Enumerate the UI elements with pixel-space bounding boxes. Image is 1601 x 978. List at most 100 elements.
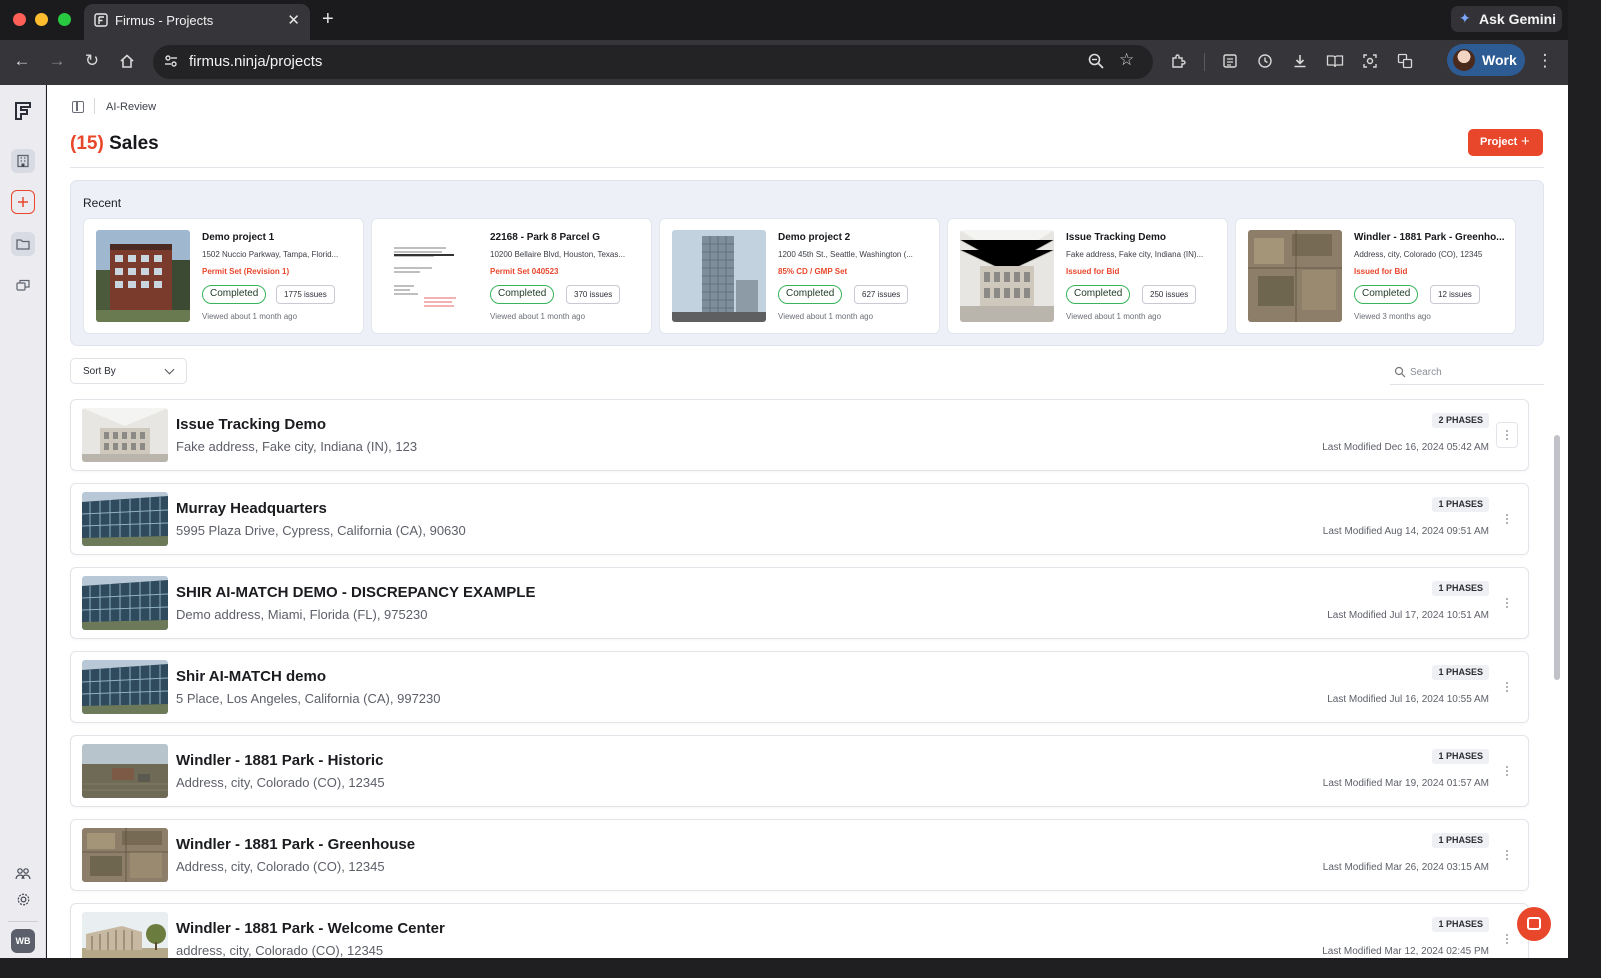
more-options-icon[interactable] (1496, 926, 1518, 952)
scrollbar[interactable] (1552, 395, 1562, 958)
profile-label: Work (1482, 52, 1517, 68)
recent-project-card[interactable]: Windler - 1881 Park - Greenho... Address… (1235, 218, 1516, 334)
back-arrow-icon[interactable]: ← (11, 50, 33, 72)
project-name[interactable]: Windler - 1881 Park - Historic (176, 752, 383, 769)
ask-gemini-button[interactable]: ✦ Ask Gemini (1451, 6, 1562, 32)
home-icon[interactable] (116, 50, 138, 72)
more-options-icon[interactable] (1496, 674, 1518, 700)
project-thumbnail (82, 912, 168, 958)
project-name[interactable]: Shir AI-MATCH demo (176, 668, 326, 685)
app-sidebar: WB (0, 85, 46, 958)
project-name[interactable]: SHIR AI-MATCH DEMO - DISCREPANCY EXAMPLE (176, 584, 535, 601)
history-icon[interactable] (1254, 50, 1276, 72)
project-thumbnail (1248, 230, 1342, 322)
more-options-icon[interactable] (1496, 842, 1518, 868)
recent-project-phase: Issued for Bid (1354, 267, 1408, 276)
more-options-icon[interactable] (1496, 506, 1518, 532)
reading-mode-icon[interactable] (1324, 50, 1346, 72)
recent-project-card[interactable]: Demo project 1 1502 Nuccio Parkway, Tamp… (83, 218, 364, 334)
project-row[interactable]: Murray Headquarters 5995 Plaza Drive, Cy… (70, 483, 1529, 555)
project-row[interactable]: Windler - 1881 Park - Historic Address, … (70, 735, 1529, 807)
project-row[interactable]: Issue Tracking Demo Fake address, Fake c… (70, 399, 1529, 471)
project-address: Fake address, Fake city, Indiana (IN), 1… (176, 439, 418, 454)
screenshot-icon[interactable] (1359, 50, 1381, 72)
main-content: AI-Review (15) Sales Project + Recent De… (47, 85, 1568, 958)
reading-list-icon[interactable] (1219, 50, 1241, 72)
url-text[interactable]: firmus.ninja/projects (189, 53, 322, 70)
firmus-logo-icon[interactable] (11, 99, 35, 123)
project-address: address, city, Colorado (CO), 12345 (176, 943, 384, 958)
address-bar[interactable]: firmus.ninja/projects ☆ (153, 45, 1153, 79)
recent-project-name: Windler - 1881 Park - Greenho... (1354, 232, 1505, 243)
project-row[interactable]: Windler - 1881 Park - Welcome Center add… (70, 903, 1529, 958)
project-name[interactable]: Windler - 1881 Park - Greenhouse (176, 836, 415, 853)
recent-viewed-time: Viewed about 1 month ago (202, 312, 298, 321)
window-maximize-button[interactable] (58, 13, 71, 26)
recent-project-phase: 85% CD / GMP Set (778, 267, 848, 276)
scrollbar-thumb[interactable] (1554, 435, 1560, 680)
profile-button[interactable]: Work (1447, 44, 1525, 76)
last-modified: Last Modified Aug 14, 2024 09:51 AM (1322, 526, 1489, 537)
project-name[interactable]: Windler - 1881 Park - Welcome Center (176, 920, 445, 937)
reload-icon[interactable]: ↻ (81, 50, 103, 72)
browser-tab-active[interactable]: Firmus - Projects ✕ (84, 4, 310, 40)
folder-icon[interactable] (11, 232, 35, 256)
recent-project-name: Demo project 2 (778, 232, 851, 243)
phases-badge: 1 PHASES (1432, 665, 1489, 680)
window-minimize-button[interactable] (35, 13, 48, 26)
gemini-sparkle-icon: ✦ (1459, 10, 1471, 26)
team-people-icon[interactable] (11, 862, 35, 886)
project-row[interactable]: SHIR AI-MATCH DEMO - DISCREPANCY EXAMPLE… (70, 567, 1529, 639)
more-options-icon[interactable] (1496, 590, 1518, 616)
more-options-icon[interactable] (1496, 422, 1518, 448)
browser-menu-icon[interactable]: ⋮ (1534, 50, 1556, 72)
support-chat-button[interactable] (1517, 907, 1551, 941)
add-project-icon[interactable] (11, 190, 35, 214)
project-address: Address, city, Colorado (CO), 12345 (176, 775, 385, 790)
recent-project-card[interactable]: Demo project 2 1200 45th St., Seattle, W… (659, 218, 940, 334)
tab-close-icon[interactable]: ✕ (287, 11, 300, 29)
breadcrumb[interactable]: AI-Review (106, 101, 156, 113)
new-project-button[interactable]: Project + (1468, 129, 1543, 156)
recent-viewed-time: Viewed about 1 month ago (1066, 312, 1162, 321)
project-thumbnail (82, 408, 168, 462)
recent-project-card[interactable]: 22168 - Park 8 Parcel G 10200 Bellaire B… (371, 218, 652, 334)
project-name[interactable]: Murray Headquarters (176, 500, 327, 517)
project-thumbnail (384, 230, 478, 322)
bookmark-star-icon[interactable]: ☆ (1119, 50, 1134, 70)
projects-building-icon[interactable] (11, 149, 35, 173)
extensions-puzzle-icon[interactable] (1167, 50, 1189, 72)
downloads-icon[interactable] (1289, 50, 1311, 72)
window-close-button[interactable] (13, 13, 26, 26)
recent-project-address: 10200 Bellaire Blvd, Houston, Texas... (490, 250, 626, 259)
site-settings-icon[interactable] (163, 53, 179, 69)
search-input[interactable] (1410, 363, 1540, 381)
project-thumbnail (96, 230, 190, 322)
project-row[interactable]: Shir AI-MATCH demo 5 Place, Los Angeles,… (70, 651, 1529, 723)
status-badge: Completed (490, 285, 555, 304)
phases-badge: 1 PHASES (1432, 833, 1489, 848)
recent-project-name: Demo project 1 (202, 232, 275, 243)
more-options-icon[interactable] (1496, 758, 1518, 784)
shared-projects-icon[interactable] (11, 273, 35, 297)
recent-heading: Recent (83, 196, 122, 210)
new-project-label: Project (1480, 136, 1518, 148)
tab-title: Firmus - Projects (115, 13, 214, 28)
new-tab-button[interactable]: + (322, 8, 334, 31)
translate-icon[interactable] (1394, 50, 1416, 72)
toolbar-divider (1204, 53, 1205, 71)
settings-gear-icon[interactable] (11, 887, 35, 911)
project-address: 5995 Plaza Drive, Cypress, California (C… (176, 523, 466, 538)
recent-project-card[interactable]: Issue Tracking Demo Fake address, Fake c… (947, 218, 1228, 334)
project-name[interactable]: Issue Tracking Demo (176, 416, 326, 433)
issues-count-badge: 1775 issues (276, 285, 335, 304)
last-modified: Last Modified Mar 12, 2024 02:45 PM (1322, 946, 1489, 957)
user-avatar[interactable]: WB (11, 929, 35, 953)
sidebar-toggle-icon[interactable] (72, 101, 84, 113)
sort-by-dropdown[interactable]: Sort By (70, 358, 187, 384)
zoom-icon[interactable] (1087, 52, 1105, 70)
recent-projects-panel: Recent Demo project 1 1502 Nuccio Parkwa… (70, 180, 1544, 346)
forward-arrow-icon[interactable]: → (46, 50, 68, 72)
project-row[interactable]: Windler - 1881 Park - Greenhouse Address… (70, 819, 1529, 891)
search-box (1390, 363, 1544, 385)
